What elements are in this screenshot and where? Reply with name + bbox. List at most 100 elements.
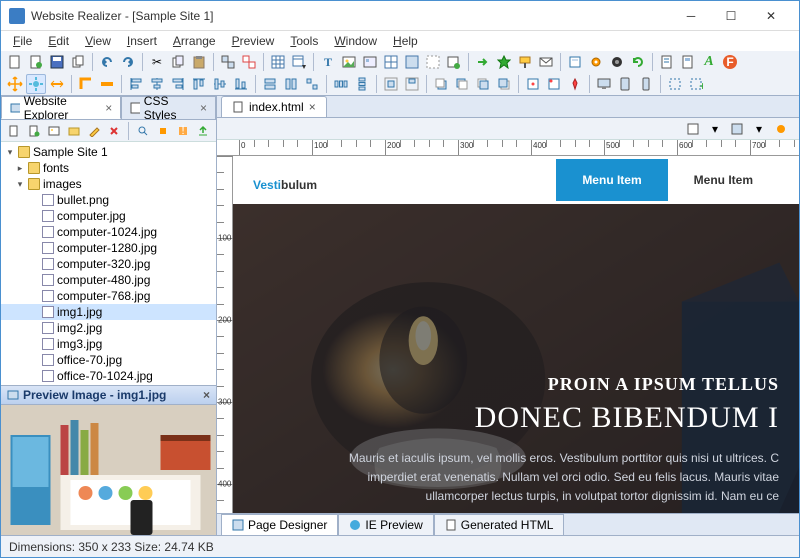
copy-icon[interactable] [68,52,88,72]
font-a-icon[interactable]: A [699,52,719,72]
back-step-icon[interactable] [494,74,514,94]
table2-icon[interactable] [381,52,401,72]
view-drop-icon[interactable]: ▾ [705,119,725,139]
phone-icon[interactable] [636,74,656,94]
add-image-icon[interactable] [45,121,63,141]
group-icon[interactable] [218,52,238,72]
menu-view[interactable]: View [77,32,119,50]
tree-item[interactable]: computer-768.jpg [1,288,216,304]
file-tree[interactable]: ▾Sample Site 1▸fonts▾imagesbullet.png com… [1,142,216,385]
box-icon[interactable] [565,52,585,72]
tree-item[interactable]: img2.jpg [1,320,216,336]
menu-arrange[interactable]: Arrange [165,32,224,50]
tree-item[interactable]: bullet.png [1,192,216,208]
dist-v-icon[interactable] [352,74,372,94]
tree-item[interactable]: ▾images [1,176,216,192]
menu-edit[interactable]: Edit [40,32,77,50]
same-size-icon[interactable] [302,74,322,94]
table-drop-icon[interactable] [289,52,309,72]
tree-item[interactable]: ▾Sample Site 1 [1,144,216,160]
tree-item[interactable]: computer-1280.jpg [1,240,216,256]
center-page-icon[interactable] [381,74,401,94]
new-page-icon[interactable] [26,52,46,72]
new-icon[interactable] [5,52,25,72]
save-icon[interactable] [47,52,67,72]
same-height-icon[interactable] [281,74,301,94]
tab-website-explorer[interactable]: Website Explorer × [1,96,121,119]
search-icon[interactable] [134,121,152,141]
table-icon[interactable] [268,52,288,72]
delete-icon[interactable] [105,121,123,141]
new-file-icon[interactable] [5,121,23,141]
pin-icon[interactable] [565,74,585,94]
frame-icon[interactable] [423,52,443,72]
nav-item-1[interactable]: Menu Item [556,159,667,201]
paint-icon[interactable] [515,52,535,72]
upload-icon[interactable] [194,121,212,141]
nav-item-2[interactable]: Menu Item [668,159,779,201]
minimize-button[interactable]: ─ [671,2,711,30]
align-top-icon[interactable] [189,74,209,94]
view2-icon[interactable] [727,119,747,139]
anchor2-icon[interactable] [544,74,564,94]
import-icon[interactable] [154,121,172,141]
desktop-icon[interactable] [594,74,614,94]
edit-icon[interactable] [85,121,103,141]
add-box-icon[interactable]: + [686,74,706,94]
tab-close-icon[interactable]: × [200,101,207,115]
tree-item[interactable]: img1.jpg [1,304,216,320]
preview-close-icon[interactable]: × [203,388,210,402]
guide-h-icon[interactable] [47,74,67,94]
menu-window[interactable]: Window [326,32,385,50]
cut-icon[interactable]: ✂ [147,52,167,72]
text-icon[interactable]: T [318,52,338,72]
gear-icon[interactable] [586,52,606,72]
tree-item[interactable]: computer-1024.jpg [1,224,216,240]
align-left-icon[interactable] [126,74,146,94]
mail-icon[interactable] [536,52,556,72]
image-icon[interactable] [339,52,359,72]
align-middle-icon[interactable] [210,74,230,94]
same-width-icon[interactable] [260,74,280,94]
snap-icon[interactable] [26,74,46,94]
styles-icon[interactable] [678,52,698,72]
new-folder-icon[interactable] [65,121,83,141]
view1-icon[interactable] [683,119,703,139]
tablet-icon[interactable] [615,74,635,94]
menu-insert[interactable]: Insert [119,32,165,50]
paste-icon[interactable] [189,52,209,72]
grid-icon[interactable] [402,52,422,72]
tab-ie-preview[interactable]: IE Preview [338,514,433,536]
close-button[interactable]: ✕ [751,2,791,30]
copy2-icon[interactable] [168,52,188,72]
menu-preview[interactable]: Preview [224,32,283,50]
front-step-icon[interactable] [473,74,493,94]
view2-drop-icon[interactable]: ▾ [749,119,769,139]
record-icon[interactable] [607,52,627,72]
corner-icon[interactable] [76,74,96,94]
tree-item[interactable]: office-70-1024.jpg [1,368,216,384]
undo-icon[interactable] [97,52,117,72]
anchor1-icon[interactable] [523,74,543,94]
warning-icon[interactable]: ! [174,121,192,141]
insert-drop-icon[interactable] [444,52,464,72]
move-icon[interactable] [5,74,25,94]
tree-item[interactable]: ▸fonts [1,160,216,176]
align-bottom-icon[interactable] [231,74,251,94]
menu-help[interactable]: Help [385,32,426,50]
align-center-h-icon[interactable] [147,74,167,94]
tab-css-styles[interactable]: CSS Styles × [121,96,216,119]
thumb-icon[interactable] [360,52,380,72]
menu-file[interactable]: File [5,32,40,50]
send-back-icon[interactable] [452,74,472,94]
star-icon[interactable] [494,52,514,72]
bar-icon[interactable] [97,74,117,94]
arrow-icon[interactable] [473,52,493,72]
doc-tab-close-icon[interactable]: × [309,100,316,114]
new-item-icon[interactable] [25,121,43,141]
snippet-icon[interactable] [657,52,677,72]
ungroup-icon[interactable] [239,52,259,72]
tab-generated-html[interactable]: Generated HTML [434,514,565,536]
tree-item[interactable]: computer-320.jpg [1,256,216,272]
center-h-icon[interactable] [402,74,422,94]
